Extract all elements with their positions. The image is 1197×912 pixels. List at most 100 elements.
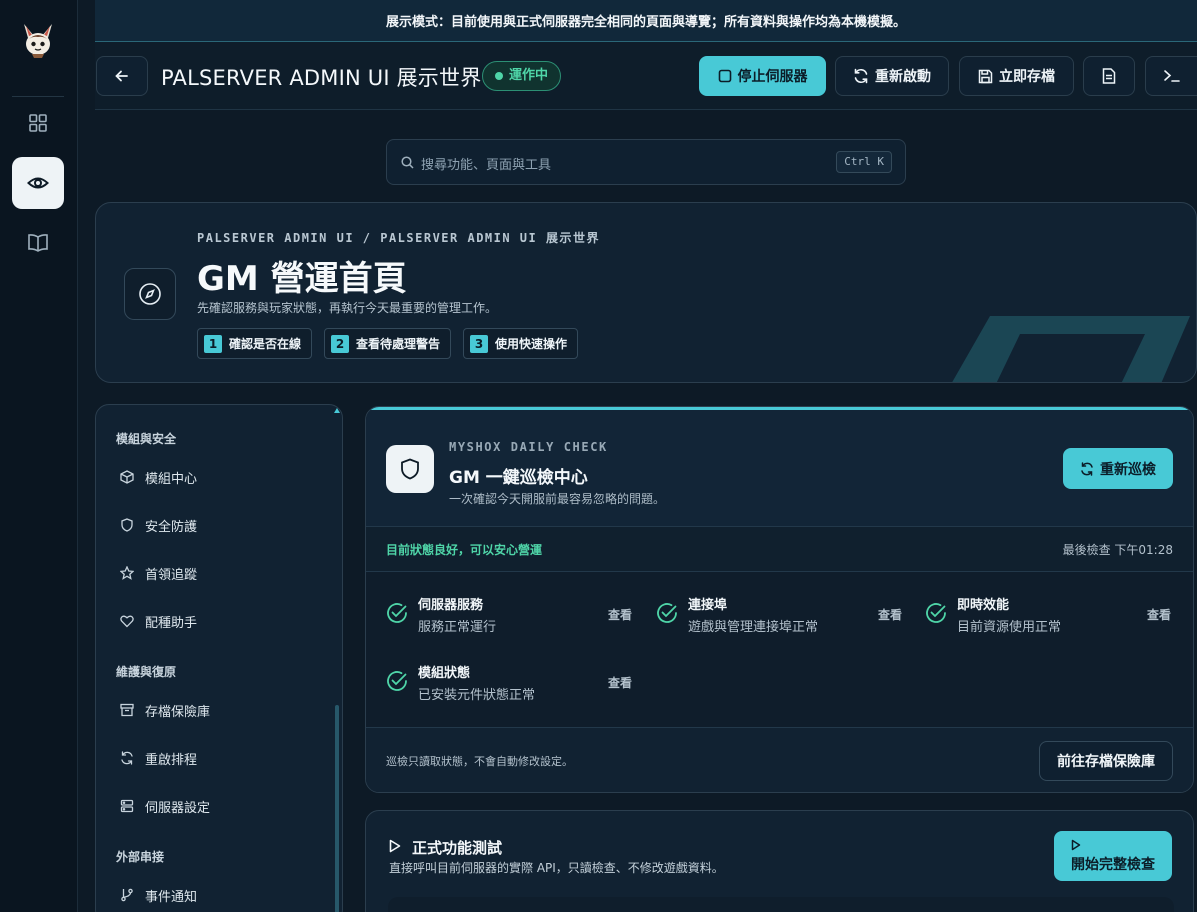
back-button[interactable] [96,56,148,96]
daily-check-footer: 巡檢只讀取狀態，不會自動修改設定。 前往存檔保險庫 [366,727,1193,792]
step-label: 查看待處理警告 [356,337,441,351]
check-item-desc: 已安裝元件狀態正常 [418,688,536,703]
save-icon [978,69,993,84]
view-link[interactable]: 查看 [608,606,632,623]
step-number: 3 [470,334,488,353]
sidebar-item-restart-schedule[interactable]: 重啟排程 [120,748,197,768]
start-full-check-button[interactable]: 開始完整檢查 [1054,831,1172,881]
check-circle-icon [656,602,678,624]
sidebar-scrollbar[interactable] [335,705,339,912]
view-link[interactable]: 查看 [878,606,902,623]
docs-nav-button[interactable] [12,217,64,269]
sidebar-item-label: 配種助手 [145,615,198,631]
eye-icon [27,172,49,194]
view-link[interactable]: 查看 [1147,606,1171,623]
page-header: PALSERVER ADMIN UI 展示世界 運作中 停止伺服器 重新啟動 立… [95,42,1197,110]
sidebar-item-label: 模組中心 [145,471,198,487]
breadcrumb: PALSERVER ADMIN UI / PALSERVER ADMIN UI … [197,231,600,245]
server-icon [120,799,134,813]
sidebar-item-server-settings[interactable]: 伺服器設定 [120,796,210,816]
last-check-time: 最後檢查 下午01:28 [1062,543,1173,557]
step-label: 確認是否在線 [229,337,302,351]
sidebar-item-label: 重啟排程 [145,752,198,768]
restart-button[interactable]: 重新啟動 [835,56,949,96]
check-item-desc: 目前資源使用正常 [957,620,1062,635]
sidebar-item-boss-tracker[interactable]: 首領追蹤 [120,563,197,583]
stop-server-button[interactable]: 停止伺服器 [699,56,826,96]
heart-icon [120,614,134,628]
grid-icon [28,113,48,133]
decorative-frame-shape [950,316,1196,382]
nav-group-title: 外部串接 [116,850,165,864]
search-input[interactable]: 搜尋功能、頁面與工具 Ctrl K [386,139,906,185]
go-to-save-vault-button[interactable]: 前往存檔保險庫 [1039,741,1173,781]
sidebar-item-label: 安全防護 [145,519,198,535]
sidebar-item-security[interactable]: 安全防護 [120,515,197,535]
left-rail [0,0,78,912]
stop-server-label: 停止伺服器 [737,69,808,85]
hero-card: PALSERVER ADMIN UI / PALSERVER ADMIN UI … [95,202,1197,383]
check-item-ports: 連接埠 遊戲與管理連接埠正常 查看 [656,594,906,638]
restart-label: 重新啟動 [875,69,931,85]
refresh-icon [120,751,134,765]
step-chip-2[interactable]: 2 查看待處理警告 [324,328,452,359]
demo-mode-banner: 展示模式：目前使用與正式伺服器完全相同的頁面與導覽；所有資料與操作均為本機模擬。 [95,0,1197,42]
view-link[interactable]: 查看 [608,674,632,691]
play-icon [389,839,401,853]
start-full-check-label: 開始完整檢查 [1071,857,1155,873]
server-title: PALSERVER ADMIN UI 展示世界 [161,66,482,90]
mascot-logo[interactable] [18,20,58,60]
check-circle-icon [386,602,408,624]
daily-check-header: MYSHOX DAILY CHECK GM 一鍵巡檢中心 一次確認今天開服前最容… [366,410,1193,527]
nav-group-title: 模組與安全 [116,432,177,446]
check-item-name: 模組狀態 [418,666,471,681]
readonly-note: 巡檢只讀取狀態，不會自動修改設定。 [386,755,573,768]
arrow-left-icon [114,68,130,84]
scroll-up-arrow-icon[interactable] [334,408,340,413]
dashboard-nav-button[interactable] [12,97,64,149]
feature-test-card: 正式功能測試 直接呼叫目前伺服器的實際 API，只讀檢查、不修改遊戲資料。 開始… [365,810,1194,912]
search-icon [401,156,414,169]
sidebar-item-breeding[interactable]: 配種助手 [120,611,197,631]
archive-icon [120,703,134,717]
preview-nav-button[interactable] [12,157,64,209]
sidebar-item-label: 存檔保險庫 [145,704,211,720]
cube-icon [120,470,134,484]
terminal-icon [1163,69,1181,83]
console-button[interactable] [1145,56,1197,96]
step-chip-1[interactable]: 1 確認是否在線 [197,328,313,359]
daily-check-title: GM 一鍵巡檢中心 [449,468,588,488]
save-now-label: 立即存檔 [999,69,1055,85]
feature-test-results-panel [388,897,1174,912]
git-branch-icon [120,888,134,902]
check-item-desc: 服務正常運行 [418,620,497,635]
check-circle-icon [386,670,408,692]
stop-square-icon [718,69,732,83]
rerun-check-button[interactable]: 重新巡檢 [1063,448,1173,489]
check-item-name: 連接埠 [688,598,728,613]
sidebar-item-save-vault[interactable]: 存檔保險庫 [120,700,210,720]
daily-check-eyebrow: MYSHOX DAILY CHECK [449,440,608,454]
search-shortcut-hint: Ctrl K [836,151,892,173]
check-item-name: 即時效能 [957,598,1010,613]
status-badge: 運作中 [482,61,562,91]
save-now-button[interactable]: 立即存檔 [959,56,1074,96]
logs-button[interactable] [1083,56,1135,96]
check-item-performance: 即時效能 目前資源使用正常 查看 [925,594,1175,638]
check-item-name: 伺服器服務 [418,598,484,613]
daily-check-subtitle: 一次確認今天開服前最容易忽略的問題。 [449,492,666,506]
step-chip-3[interactable]: 3 使用快速操作 [463,328,579,359]
play-icon [1071,839,1172,851]
sidebar-item-label: 首領追蹤 [145,567,198,583]
sidebar-item-mods[interactable]: 模組中心 [120,467,197,487]
sidebar-item-label: 事件通知 [145,889,198,905]
sidebar-item-event-webhook[interactable]: 事件通知 [120,885,197,905]
feature-test-title: 正式功能測試 [412,839,503,857]
shield-icon [120,518,134,532]
shield-icon [386,445,434,493]
check-status-row: 目前狀態良好，可以安心營運 最後檢查 下午01:28 [366,527,1193,572]
check-item-server-service: 伺服器服務 服務正常運行 查看 [386,594,636,638]
feature-sidebar: 模組與安全 模組中心 安全防護 首領追蹤 配種助手 維護與復原 存檔保險庫 重啟… [95,404,343,912]
step-label: 使用快速操作 [495,337,568,351]
overall-status-text: 目前狀態良好，可以安心營運 [386,543,543,557]
